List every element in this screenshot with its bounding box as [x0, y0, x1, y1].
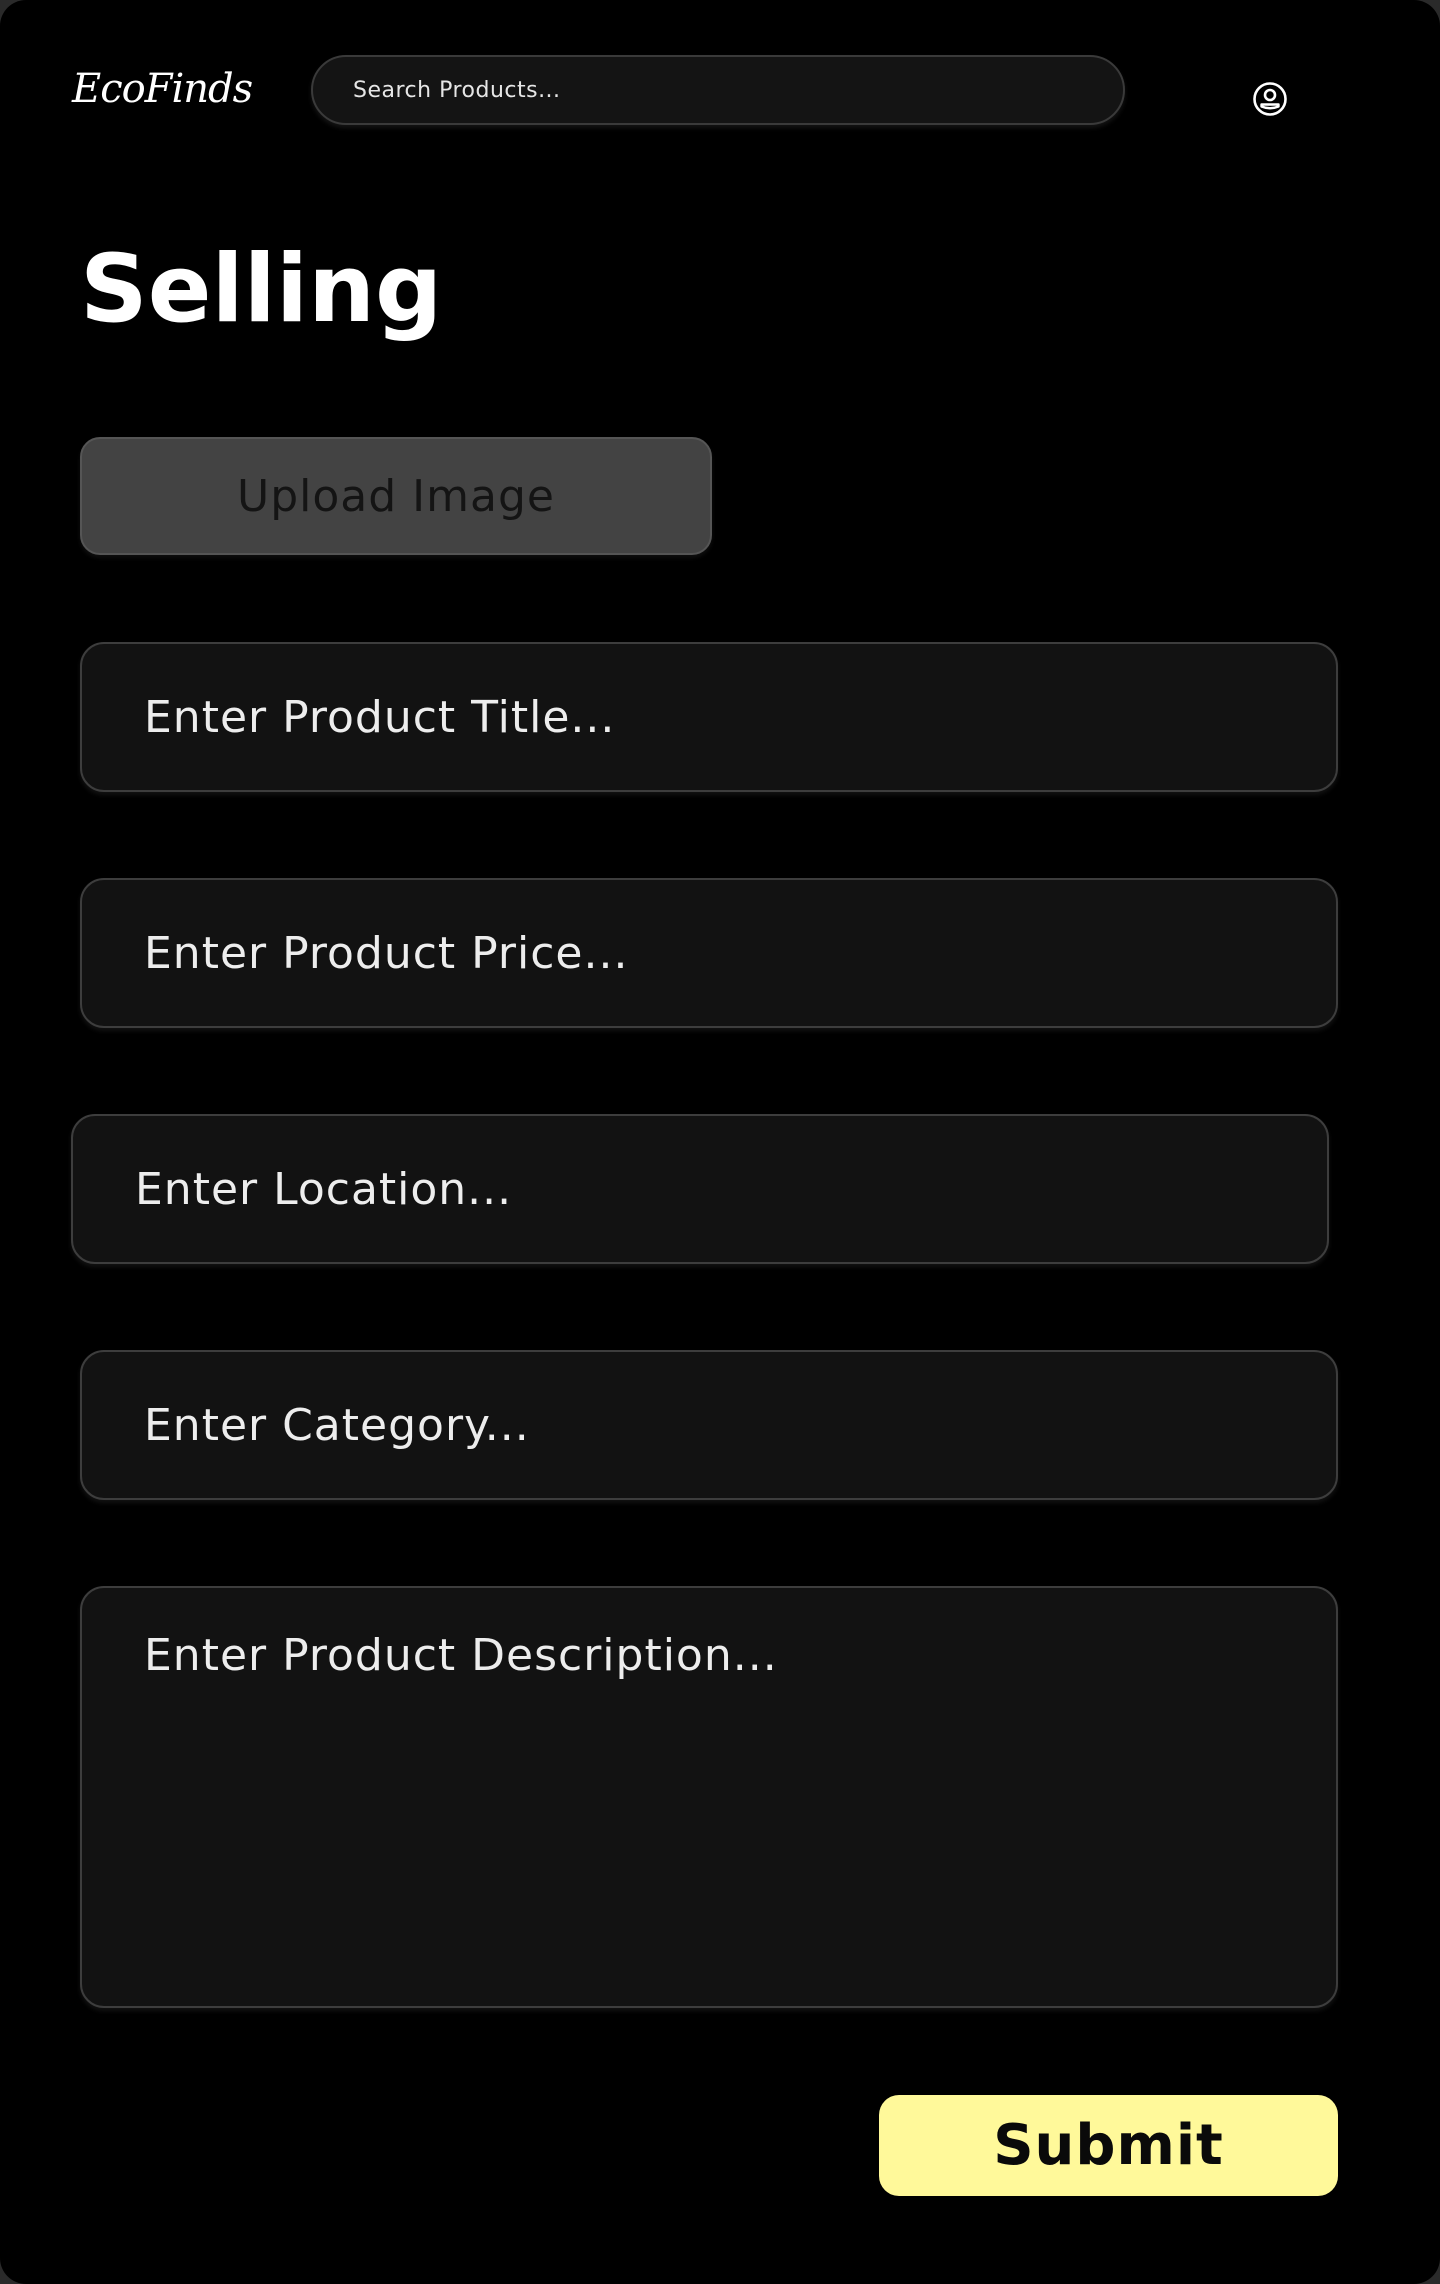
app-window: EcoFinds Search Products... Selling Uplo…	[0, 0, 1440, 2284]
ecofinds-logo[interactable]: EcoFinds	[72, 62, 253, 116]
product-price-field[interactable]: Enter Product Price...	[80, 878, 1338, 1028]
search-placeholder: Search Products...	[353, 77, 561, 103]
page-title: Selling	[80, 235, 443, 344]
category-field[interactable]: Enter Category...	[80, 1350, 1338, 1500]
upload-image-button[interactable]: Upload Image	[80, 437, 712, 555]
submit-button[interactable]: Submit	[879, 2095, 1338, 2196]
location-field[interactable]: Enter Location...	[71, 1114, 1329, 1264]
product-title-field[interactable]: Enter Product Title...	[80, 642, 1338, 792]
user-circle-icon[interactable]	[1252, 81, 1288, 117]
search-input[interactable]: Search Products...	[311, 55, 1125, 125]
profile-icon-graphic	[1253, 82, 1287, 116]
product-description-field[interactable]: Enter Product Description...	[80, 1586, 1338, 2008]
